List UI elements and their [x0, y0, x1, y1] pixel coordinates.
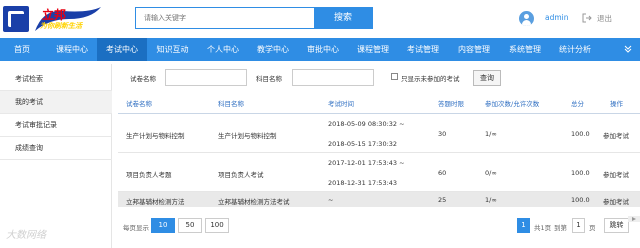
nav-item-approval[interactable]: 审批中心	[300, 38, 346, 61]
brand-logo-icon	[3, 6, 29, 32]
only-unjoined-checkbox[interactable]	[391, 73, 398, 80]
watermark: 大数网络	[6, 230, 46, 241]
sidebar: 考试检索 我的考试 考试审批记录 成绩查询	[0, 64, 112, 248]
search-button[interactable]: 搜索	[314, 8, 372, 28]
query-button[interactable]: 查询	[473, 70, 501, 86]
sidebar-item-exam-search[interactable]: 考试检索	[0, 68, 112, 91]
sidebar-item-score-query[interactable]: 成绩查询	[0, 137, 112, 160]
cell-time-end: 2018-12-31 17:53:43	[328, 179, 398, 187]
cell-exam-name: 生产计划与物料控制	[126, 132, 185, 140]
nav-item-content-mgmt[interactable]: 内容管理	[451, 38, 497, 61]
nav-item-exam-center[interactable]: 考试中心	[97, 38, 147, 61]
nav-item-system-mgmt[interactable]: 系统管理	[502, 38, 548, 61]
goto-label: 到第	[554, 224, 567, 232]
nav-item-course-mgmt[interactable]: 课程管理	[350, 38, 396, 61]
cell-exam-name: 项目负责人考题	[126, 171, 172, 179]
logout-icon[interactable]	[582, 13, 592, 23]
col-header-exam-name: 试卷名称	[126, 100, 152, 108]
cell-attempts: 1/∞	[485, 196, 497, 204]
cell-time-limit: 25	[438, 196, 447, 204]
subject-name-label: 科目名称	[256, 75, 282, 83]
search-box: 搜索	[135, 7, 373, 29]
cell-time-start: ~	[328, 196, 334, 204]
nav-item-statistics[interactable]: 统计分析	[552, 38, 598, 61]
page-unit-label: 页	[589, 224, 596, 232]
goto-page-input[interactable]: 1	[572, 218, 585, 233]
cell-attempts: 0/∞	[485, 169, 497, 177]
page-size-option[interactable]: 10	[151, 218, 175, 233]
cell-total-score: 100.0	[571, 196, 590, 204]
cell-subject-name: 立邦基辅材检测方法考试	[218, 198, 290, 206]
page-number-current[interactable]: 1	[517, 218, 530, 233]
chevron-down-icon[interactable]	[624, 45, 632, 53]
cell-time-start: 2017-12-01 17:53:43 ~	[328, 159, 405, 167]
cell-exam-name: 立邦基辅材检测方法	[126, 198, 185, 206]
main-nav: 首页 课程中心 考试中心 知识互动 个人中心 教学中心 审批中心 课程管理 考试…	[0, 38, 640, 61]
nav-item-knowledge[interactable]: 知识互动	[150, 38, 195, 61]
cell-subject-name: 项目负责人考试	[218, 171, 264, 179]
sidebar-item-approval-records[interactable]: 考试审批记录	[0, 114, 112, 137]
subject-name-input[interactable]	[292, 69, 374, 86]
cell-subject-name: 生产计划与物料控制	[218, 132, 277, 140]
col-header-exam-time: 考试时间	[328, 100, 354, 108]
horizontal-scrollbar[interactable]	[628, 216, 640, 222]
only-unjoined-label: 只显示未参加的考试	[401, 75, 460, 83]
join-exam-link[interactable]: 参加考试	[603, 169, 629, 179]
cell-total-score: 100.0	[571, 130, 590, 138]
col-header-total-score: 总分	[571, 100, 584, 108]
col-header-attempts: 参加次数/允许次数	[485, 100, 540, 108]
search-input[interactable]	[136, 8, 314, 28]
page-size-label: 每页显示	[123, 224, 149, 232]
cell-time-limit: 60	[438, 169, 447, 177]
cell-total-score: 100.0	[571, 169, 590, 177]
cell-time-end: 2018-05-15 17:30:32	[328, 140, 398, 148]
sidebar-item-my-exams[interactable]: 我的考试	[0, 91, 112, 114]
nav-item-exam-mgmt[interactable]: 考试管理	[400, 38, 446, 61]
col-header-subject-name: 科目名称	[218, 100, 244, 108]
header: 立邦 为你刷新生活 搜索 admin 退出	[0, 0, 640, 38]
total-pages-label: 共1页	[534, 224, 552, 232]
nav-item-home[interactable]: 首页	[6, 38, 38, 61]
exam-name-label: 试卷名称	[130, 75, 156, 83]
nav-item-personal[interactable]: 个人中心	[200, 38, 246, 61]
page-size-option[interactable]: 50	[178, 218, 202, 233]
goto-button[interactable]: 跳转	[604, 218, 629, 233]
username[interactable]: admin	[545, 13, 569, 22]
nav-item-teaching[interactable]: 教学中心	[250, 38, 296, 61]
col-header-action: 操作	[610, 100, 623, 108]
cell-attempts: 1/∞	[485, 130, 497, 138]
join-exam-link[interactable]: 参加考试	[603, 196, 629, 206]
cell-time-limit: 30	[438, 130, 447, 138]
logout-link[interactable]: 退出	[597, 13, 612, 24]
nav-item-course-center[interactable]: 课程中心	[47, 38, 97, 61]
join-exam-link[interactable]: 参加考试	[603, 130, 629, 140]
logo-slogan: 为你刷新生活	[40, 22, 82, 30]
col-header-time-limit: 答题时限	[438, 100, 464, 108]
cell-time-start: 2018-05-09 08:30:32 ~	[328, 120, 405, 128]
page-size-option[interactable]: 100	[205, 218, 229, 233]
exam-name-input[interactable]	[165, 69, 247, 86]
table-row	[118, 192, 640, 207]
avatar[interactable]	[519, 11, 534, 26]
